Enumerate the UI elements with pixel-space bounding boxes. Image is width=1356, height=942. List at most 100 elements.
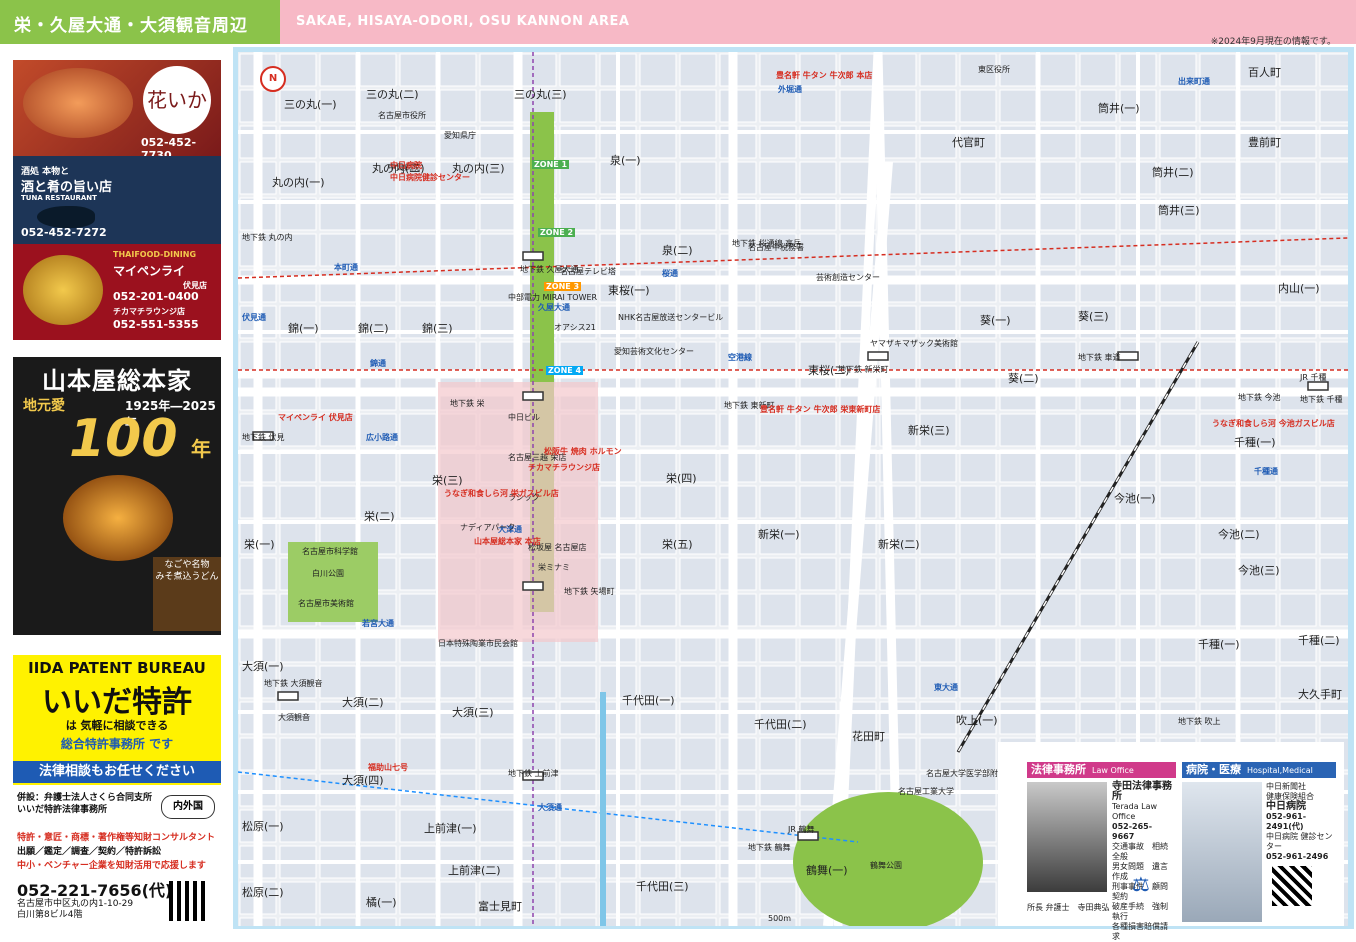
area-label: 豊前町 (1248, 136, 1281, 149)
yamamotoya-ad[interactable]: 山本屋総本家 地元愛 1925年―2025年 100 年 なごや名物 みそ煮込う… (13, 357, 221, 635)
street-label: 錦通 (370, 359, 386, 368)
city-block (1039, 485, 1077, 519)
restaurant-ad[interactable]: 花いかだ 052-452-7730 酒処 本物と 酒と肴の旨い店 TUNA RE… (13, 60, 221, 340)
city-block (399, 449, 437, 483)
city-block (959, 557, 997, 591)
area-label: 千代田(一) (622, 694, 675, 707)
city-block (919, 701, 957, 735)
patent-ad[interactable]: IIDA PATENT BUREAU いいだ特許 は 気軽に相談できる 総合特許… (13, 655, 221, 925)
tuna-tagline: 酒と肴の旨い店 (21, 180, 113, 195)
featured-poi-label[interactable]: 豊名軒 牛タン 牛次郎 栄東新町店 (760, 404, 880, 415)
city-block (1079, 665, 1117, 699)
area-label: 千代田(三) (636, 880, 689, 893)
poi-label: 愛知県庁 (444, 131, 476, 140)
featured-poi-label[interactable]: 中日病院 (390, 160, 422, 171)
featured-poi-label[interactable]: チカマチラウンジ店 (528, 462, 600, 473)
hospital-details: 中日新聞社 健康保険組合 中日病院 052-961-2491(代) 中日病院 健… (1266, 782, 1340, 862)
curry-image (23, 255, 103, 325)
udon-pot-image (63, 475, 173, 561)
city-block (919, 269, 957, 303)
featured-poi-label[interactable]: 豊名軒 牛タン 牛次郎 本店 (776, 70, 872, 81)
city-block (679, 161, 717, 195)
featured-poi-label[interactable]: 中日病院健診センター (390, 172, 470, 183)
area-label: 筒井(二) (1152, 166, 1194, 179)
city-block (879, 89, 917, 123)
law-office-name: 寺田法律事務所 (1112, 781, 1172, 802)
street-label: 久屋大通 (538, 303, 570, 312)
city-block (1039, 449, 1077, 483)
city-block (319, 161, 357, 195)
station-label: 地下鉄 新栄町 (838, 365, 889, 374)
city-block (959, 593, 997, 627)
city-block (519, 917, 557, 926)
law-tab-en: Law Office (1092, 766, 1134, 775)
area-label: 栄(三) (432, 474, 463, 487)
city-block (279, 341, 317, 375)
city-block (519, 809, 557, 843)
city-block (759, 665, 797, 699)
city-block (919, 557, 957, 591)
area-label: 錦(二) (358, 322, 389, 335)
city-block (639, 557, 677, 591)
city-block (999, 161, 1037, 195)
poi-label: 大須観音 (278, 713, 310, 722)
city-block (1159, 233, 1197, 267)
city-block (1279, 449, 1317, 483)
city-block (1279, 161, 1317, 195)
thai-branch-2: チカマチラウンジ店 (113, 307, 185, 316)
city-block (1039, 665, 1077, 699)
station-label: JR 鶴舞 (788, 825, 815, 834)
featured-poi-label[interactable]: マイペンライ 伏見店 (278, 412, 353, 423)
station-marker (867, 351, 889, 361)
city-block (679, 701, 717, 735)
city-block (1039, 341, 1077, 375)
city-block (319, 53, 357, 87)
city-block (1319, 521, 1348, 555)
station-marker (1117, 351, 1139, 361)
patent-addr-1: 名古屋市中区丸の内1-10-29 (17, 899, 134, 909)
station-marker (522, 391, 544, 401)
city-block (1199, 449, 1237, 483)
area-label: 泉(二) (662, 244, 693, 257)
featured-poi-label[interactable]: 山本屋総本家 本店 (474, 536, 541, 547)
city-block (719, 269, 757, 303)
area-label: 今池(一) (1114, 492, 1156, 505)
area-label: 栄(二) (364, 510, 395, 523)
poi-label: ナディアパーク (460, 523, 516, 532)
featured-poi-label[interactable]: うなぎ和食しら河 今池ガスビル店 (1212, 418, 1335, 429)
city-block (1319, 557, 1348, 591)
hospital-phone-2: 052-961-2496 (1266, 852, 1329, 861)
city-block (759, 449, 797, 483)
city-block (1159, 593, 1197, 627)
city-block (1319, 161, 1348, 195)
city-block (759, 269, 797, 303)
city-block (879, 665, 917, 699)
patent-line-2: いいだ特許法律事務所 (17, 805, 108, 815)
city-block (679, 665, 717, 699)
city-block (399, 665, 437, 699)
street-label: 若宮大通 (362, 619, 394, 628)
city-block (1159, 557, 1197, 591)
tuna-band: 酒処 本物と 酒と肴の旨い店 TUNA RESTAURANT 052-452-7… (13, 156, 221, 244)
city-block (399, 269, 437, 303)
city-block (719, 593, 757, 627)
city-block (1079, 701, 1117, 735)
city-block (399, 485, 437, 519)
city-block (359, 233, 397, 267)
city-block (559, 737, 597, 771)
city-block (319, 341, 357, 375)
restaurant-phone-2: 052-452-7272 (21, 226, 107, 239)
featured-poi-label[interactable]: 福助山七号 (368, 762, 408, 773)
featured-poi-label[interactable]: うなぎ和食しら河 栄ガスビル店 (444, 488, 559, 499)
city-block (1319, 485, 1348, 519)
city-block (919, 449, 957, 483)
featured-poi-label[interactable]: 松阪牛 焼肉 ホルモン (544, 446, 622, 457)
city-block (1079, 413, 1117, 447)
area-label: 千種(一) (1234, 436, 1276, 449)
station-label: 地下鉄 大須観音 (264, 679, 323, 688)
city-block (1319, 269, 1348, 303)
city-block (1079, 449, 1117, 483)
area-label: 葵(一) (980, 314, 1011, 327)
street-label: 伏見通 (242, 313, 266, 322)
city-block (1079, 53, 1117, 87)
